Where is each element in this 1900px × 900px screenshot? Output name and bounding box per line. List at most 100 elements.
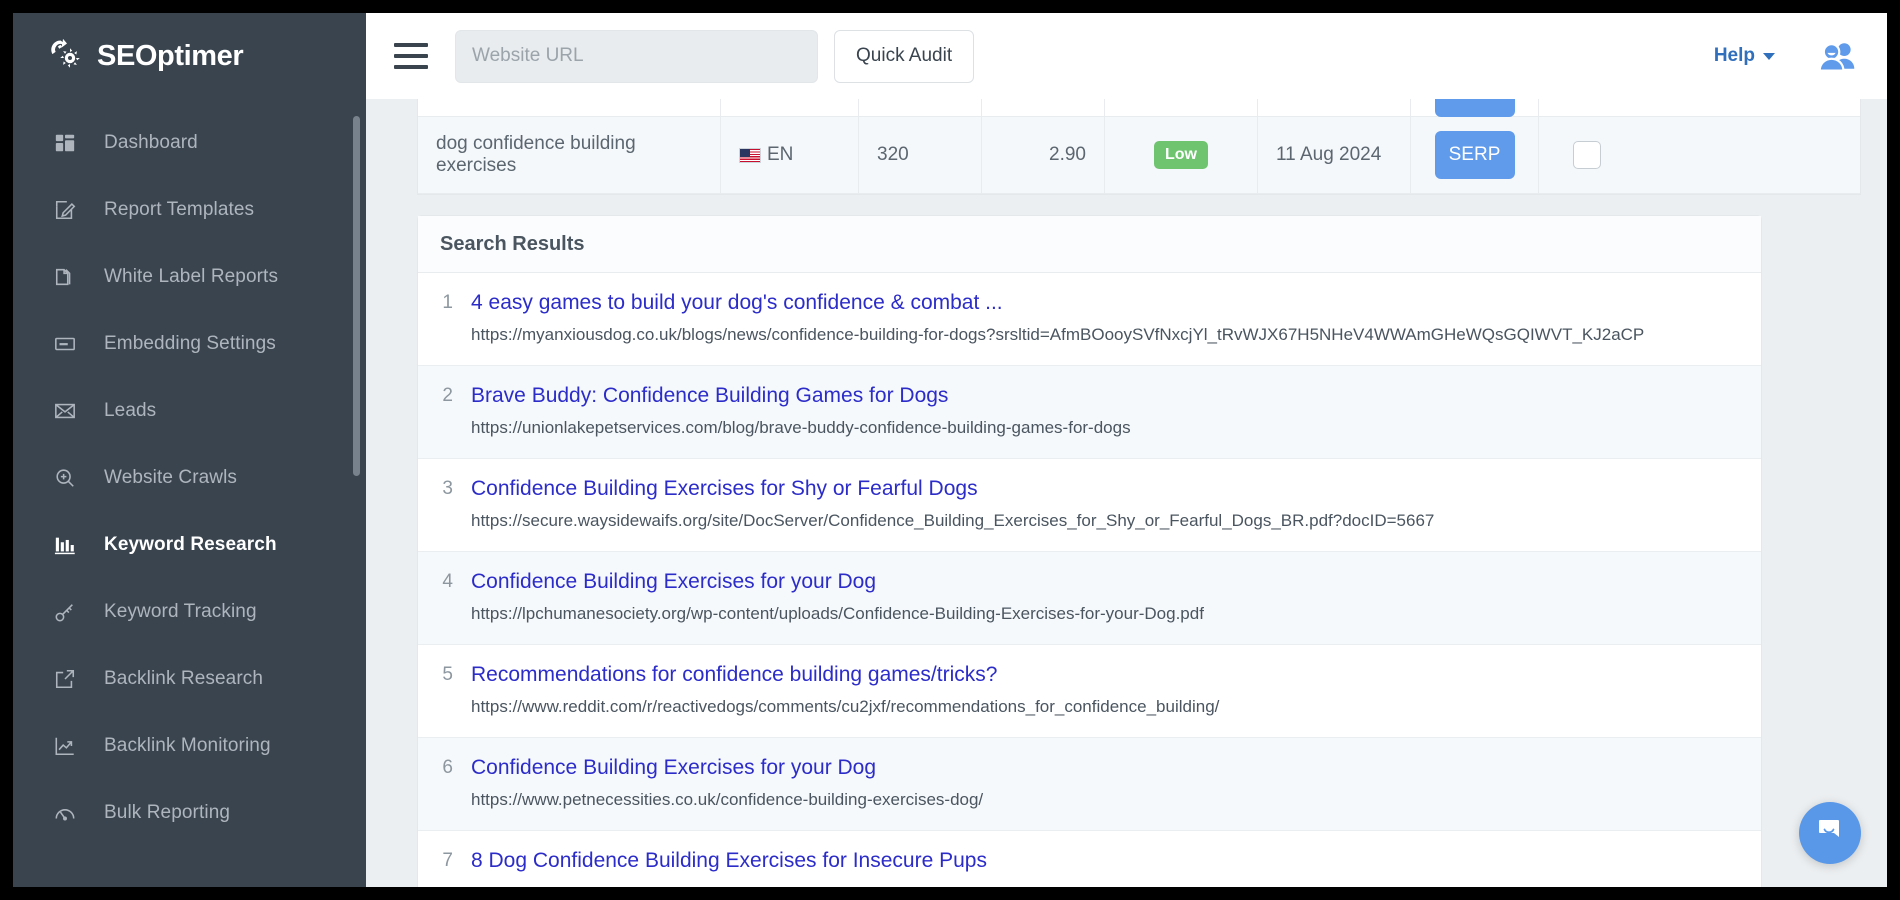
table-cell-cpc xyxy=(982,99,1105,117)
table-cell-serp: SERP xyxy=(1411,117,1539,194)
sidebar-item-label: Bulk Reporting xyxy=(104,802,230,824)
search-results-title: Search Results xyxy=(418,216,1761,273)
brand-logo-area[interactable]: SEOptimer xyxy=(13,13,366,99)
table-cell-language xyxy=(721,99,859,117)
sidebar-item-label: Dashboard xyxy=(104,132,198,154)
sidebar-item-label: Backlink Research xyxy=(104,668,263,690)
result-url: https://myanxiousdog.co.uk/blogs/news/co… xyxy=(471,322,1741,348)
header-actions: Help xyxy=(1714,41,1857,71)
external-link-icon xyxy=(53,667,77,691)
sidebar-item-label: Report Templates xyxy=(104,199,254,221)
result-title-link[interactable]: Brave Buddy: Confidence Building Games f… xyxy=(471,383,1741,408)
chat-launcher-button[interactable] xyxy=(1799,802,1861,864)
result-title-link[interactable]: Confidence Building Exercises for Shy or… xyxy=(471,476,1741,501)
list-item[interactable]: 6 Confidence Building Exercises for your… xyxy=(418,738,1761,831)
sidebar-item-keyword-research[interactable]: Keyword Research xyxy=(13,511,366,578)
result-title-link[interactable]: Recommendations for confidence building … xyxy=(471,662,1741,687)
result-url: https://secure.waysidewaifs.org/site/Doc… xyxy=(471,508,1741,534)
content-scroll-region[interactable]: dog confidence building exercises EN 320… xyxy=(366,99,1887,887)
brand-name: SEOptimer xyxy=(97,40,243,73)
result-rank: 5 xyxy=(418,662,471,720)
serp-button[interactable]: SERP xyxy=(1435,131,1515,179)
list-item[interactable]: 2 Brave Buddy: Confidence Building Games… xyxy=(418,366,1761,459)
sidebar-item-bulk-reporting[interactable]: Bulk Reporting xyxy=(13,779,366,846)
table-cell-competition: Low xyxy=(1105,117,1258,194)
envelope-icon xyxy=(53,399,77,423)
list-item[interactable]: 3 Confidence Building Exercises for Shy … xyxy=(418,459,1761,552)
key-icon xyxy=(53,600,77,624)
sidebar-item-label: Website Crawls xyxy=(104,467,237,489)
embed-box-icon xyxy=(53,332,77,356)
sidebar-item-report-templates[interactable]: Report Templates xyxy=(13,176,366,243)
app-window: SEOptimer Dashboard Report Temp xyxy=(13,13,1887,887)
grid-dashboard-icon xyxy=(53,131,77,155)
table-cell-volume: 320 xyxy=(859,117,982,194)
sidebar-scrollbar[interactable] xyxy=(353,116,360,476)
language-code: EN xyxy=(767,144,793,166)
sidebar-item-website-crawls[interactable]: Website Crawls xyxy=(13,444,366,511)
result-url: https://unionlakepetservices.com/blog/br… xyxy=(471,415,1741,441)
sidebar-nav: Dashboard Report Templates White Label R… xyxy=(13,99,366,846)
hamburger-icon[interactable] xyxy=(394,43,428,69)
sidebar-item-label: Embedding Settings xyxy=(104,333,276,355)
content-inner: dog confidence building exercises EN 320… xyxy=(417,99,1861,887)
us-flag-icon xyxy=(739,148,761,163)
list-item[interactable]: 7 8 Dog Confidence Building Exercises fo… xyxy=(418,831,1761,887)
bar-chart-icon xyxy=(53,533,77,557)
sidebar-item-label: Keyword Tracking xyxy=(104,601,257,623)
sidebar-item-keyword-tracking[interactable]: Keyword Tracking xyxy=(13,578,366,645)
table-cell-competition xyxy=(1105,99,1258,117)
sidebar-item-label: Leads xyxy=(104,400,156,422)
table-cell-spacer xyxy=(1634,117,1860,194)
sidebar-item-leads[interactable]: Leads xyxy=(13,377,366,444)
magnifier-plus-icon xyxy=(53,466,77,490)
chevron-down-icon xyxy=(1763,53,1775,60)
help-menu[interactable]: Help xyxy=(1714,45,1775,67)
search-input[interactable] xyxy=(455,30,818,83)
result-rank: 1 xyxy=(418,290,471,348)
list-item[interactable]: 1 4 easy games to build your dog's confi… xyxy=(418,273,1761,366)
result-url: https://lpchumanesociety.org/wp-content/… xyxy=(471,601,1741,627)
list-item[interactable]: 4 Confidence Building Exercises for your… xyxy=(418,552,1761,645)
result-title-link[interactable]: Confidence Building Exercises for your D… xyxy=(471,569,1741,594)
result-rank: 2 xyxy=(418,383,471,441)
result-title-link[interactable]: 4 easy games to build your dog's confide… xyxy=(471,290,1741,315)
result-title-link[interactable]: 8 Dog Confidence Building Exercises for … xyxy=(471,848,1741,873)
sidebar-item-white-label-reports[interactable]: White Label Reports xyxy=(13,243,366,310)
result-rank: 3 xyxy=(418,476,471,534)
keyword-results-table: dog confidence building exercises EN 320… xyxy=(417,99,1861,195)
gears-logo-icon xyxy=(46,36,86,76)
table-cell-select xyxy=(1539,99,1634,117)
table-cell-language: EN xyxy=(721,117,859,194)
list-item[interactable]: 5 Recommendations for confidence buildin… xyxy=(418,645,1761,738)
table-cell-keyword: dog confidence building exercises xyxy=(418,117,721,194)
sidebar-item-label: White Label Reports xyxy=(104,266,278,288)
result-rank: 7 xyxy=(418,848,471,873)
result-title-link[interactable]: Confidence Building Exercises for your D… xyxy=(471,755,1741,780)
table-cell-select xyxy=(1539,117,1634,194)
serp-button[interactable] xyxy=(1435,99,1515,117)
sidebar-item-embedding-settings[interactable]: Embedding Settings xyxy=(13,310,366,377)
sidebar-item-backlink-research[interactable]: Backlink Research xyxy=(13,645,366,712)
quick-audit-button[interactable]: Quick Audit xyxy=(834,30,974,83)
status-badge: Low xyxy=(1154,141,1208,169)
sidebar-item-backlink-monitoring[interactable]: Backlink Monitoring xyxy=(13,712,366,779)
trend-up-chart-icon xyxy=(53,734,77,758)
pencil-square-icon xyxy=(53,198,77,222)
table-cell-serp xyxy=(1411,99,1539,117)
content-scrollbar[interactable] xyxy=(1869,99,1887,887)
users-account-icon[interactable] xyxy=(1817,41,1857,71)
sidebar: SEOptimer Dashboard Report Temp xyxy=(13,13,366,887)
table-cell-cpc: 2.90 xyxy=(982,117,1105,194)
main-area: Quick Audit Help xyxy=(366,13,1887,887)
row-checkbox[interactable] xyxy=(1573,141,1601,169)
table-row[interactable] xyxy=(418,99,1860,117)
gauge-icon xyxy=(53,801,77,825)
documents-copy-icon xyxy=(53,265,77,289)
chat-bubble-icon xyxy=(1816,817,1844,850)
table-cell-keyword xyxy=(418,99,721,117)
top-header: Quick Audit Help xyxy=(366,13,1887,99)
sidebar-item-dashboard[interactable]: Dashboard xyxy=(13,109,366,176)
search-results-panel: Search Results 1 4 easy games to build y… xyxy=(417,215,1762,887)
table-row[interactable]: dog confidence building exercises EN 320… xyxy=(418,117,1860,194)
